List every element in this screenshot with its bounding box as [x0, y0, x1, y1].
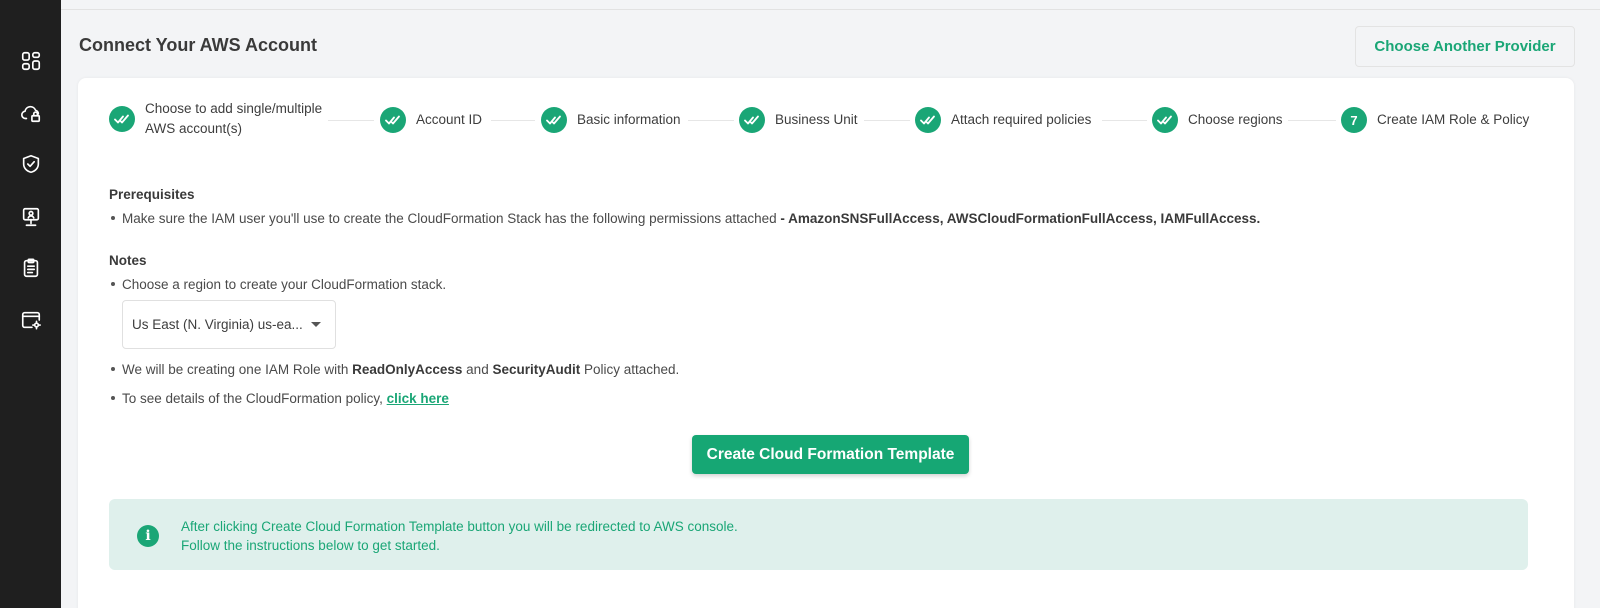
step-label: Choose regions: [1188, 112, 1283, 127]
shield-check-icon[interactable]: [0, 144, 61, 184]
click-here-link[interactable]: click here: [387, 391, 449, 406]
step-6: Choose regions: [1152, 107, 1283, 133]
notes-region-item: Choose a region to create your CloudForm…: [111, 277, 446, 292]
step-connector: [688, 120, 734, 121]
top-divider: [61, 9, 1600, 10]
region-select[interactable]: Us East (N. Virginia) us-ea...: [122, 300, 336, 349]
prerequisites-title: Prerequisites: [109, 187, 195, 202]
choose-another-provider-button[interactable]: Choose Another Provider: [1355, 26, 1575, 67]
step-connector: [328, 120, 374, 121]
step-connector: [1288, 120, 1336, 121]
step-3: Basic information: [541, 107, 681, 133]
info-icon: i: [137, 525, 159, 547]
step-label: Attach required policies: [951, 112, 1092, 127]
check-icon: [109, 106, 135, 132]
sidebar: [0, 0, 61, 608]
info-banner: i After clicking Create Cloud Formation …: [109, 499, 1528, 570]
step-label: Choose to add single/multiple AWS accoun…: [145, 101, 323, 136]
notes-title: Notes: [109, 253, 147, 268]
notes-role-item: We will be creating one IAM Role with Re…: [111, 362, 679, 377]
step-4: Business Unit: [739, 107, 858, 133]
info-text-line2: Follow the instructions below to get sta…: [181, 538, 440, 553]
page-title: Connect Your AWS Account: [79, 35, 318, 55]
window-settings-icon[interactable]: [0, 300, 61, 340]
step-connector: [491, 120, 535, 121]
check-icon: [380, 107, 406, 133]
clipboard-icon[interactable]: [0, 248, 61, 288]
stepper: Choose to add single/multiple AWS accoun…: [78, 101, 1574, 147]
step-label: Business Unit: [775, 112, 858, 127]
monitor-user-icon[interactable]: [0, 197, 61, 237]
dashboard-icon[interactable]: [0, 41, 61, 81]
step-connector: [864, 120, 910, 121]
step-label: Create IAM Role & Policy: [1377, 112, 1530, 127]
main-card: Choose to add single/multiple AWS accoun…: [78, 78, 1574, 608]
check-icon: [541, 107, 567, 133]
check-icon: [739, 107, 765, 133]
caret-down-icon: [311, 322, 321, 327]
check-icon: [915, 107, 941, 133]
step-connector: [1102, 120, 1147, 121]
step-label: Account ID: [416, 112, 483, 127]
create-cloud-formation-template-button[interactable]: Create Cloud Formation Template: [692, 435, 969, 474]
step-5: Attach required policies: [915, 107, 1091, 133]
step-7: 7 Create IAM Role & Policy: [1341, 107, 1529, 133]
prerequisites-item: Make sure the IAM user you'll use to cre…: [111, 211, 1260, 226]
region-select-value: Us East (N. Virginia) us-ea...: [132, 317, 303, 332]
cloud-lock-icon[interactable]: [0, 93, 61, 133]
step-number: 7: [1341, 107, 1367, 133]
step-2: Account ID: [380, 107, 482, 133]
notes-details-item: To see details of the CloudFormation pol…: [111, 391, 449, 406]
step-label: Basic information: [577, 112, 681, 127]
step-1: Choose to add single/multiple AWS accoun…: [109, 99, 322, 139]
info-text-line1: After clicking Create Cloud Formation Te…: [181, 519, 738, 534]
check-icon: [1152, 107, 1178, 133]
